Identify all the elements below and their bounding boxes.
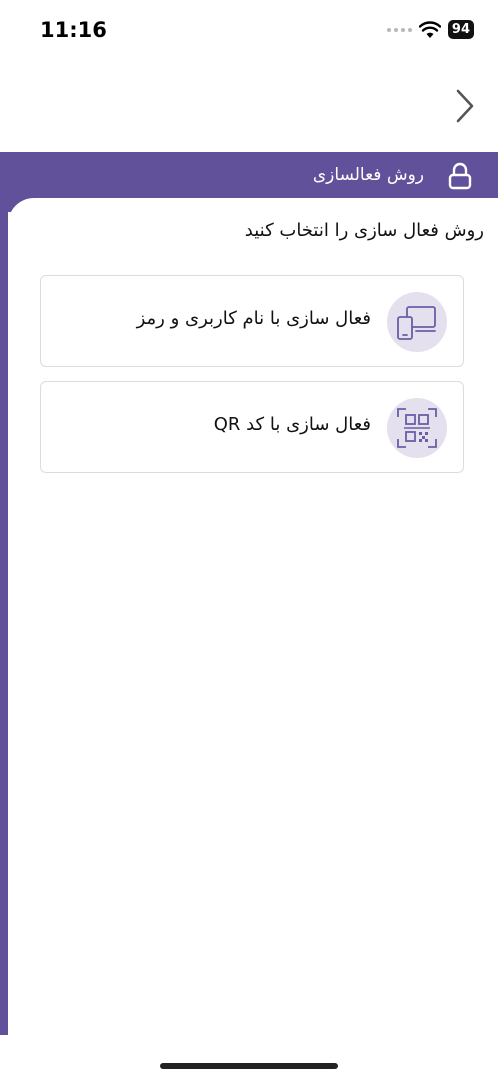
content-panel: روش فعال سازی را انتخاب کنید فعال سازی ب… [8,198,498,1080]
header-title: روش فعالسازی [312,165,424,185]
option-label: فعال سازی با نام کاربری و رمز [136,308,371,329]
wifi-icon [418,20,441,38]
option-icon-circle [387,398,447,458]
home-indicator[interactable] [160,1063,338,1069]
back-button[interactable] [450,86,480,126]
option-icon-circle [387,292,447,352]
chevron-right-icon [456,89,474,123]
qr-code-icon [397,408,437,448]
option-username-password[interactable]: فعال سازی با نام کاربری و رمز [40,275,464,367]
lock-icon [448,162,472,190]
side-strip [0,200,8,1035]
page-heading: روش فعال سازی را انتخاب کنید [244,220,484,241]
devices-icon [397,306,436,340]
option-label: فعال سازی با کد QR [213,414,371,435]
status-bar: 11:16 94 [0,0,498,60]
status-indicators: 94 [386,20,474,39]
battery-indicator: 94 [447,20,474,39]
option-qr-code[interactable]: فعال سازی با کد QR [40,381,464,473]
nav-bar [0,72,498,142]
signal-icon [386,27,412,32]
status-time: 11:16 [40,18,107,42]
